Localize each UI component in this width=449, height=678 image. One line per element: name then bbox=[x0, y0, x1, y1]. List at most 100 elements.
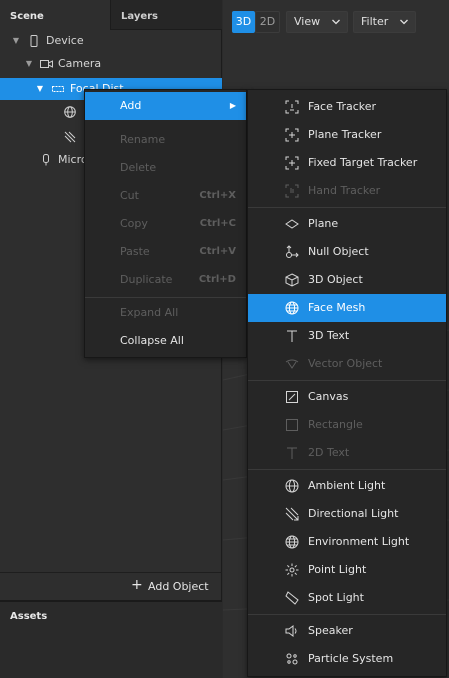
assets-title: Assets bbox=[10, 611, 48, 622]
directional-light-icon bbox=[285, 507, 299, 521]
microphone-icon bbox=[40, 154, 52, 166]
menu-item-label: Duplicate bbox=[120, 273, 173, 286]
target-tracker-icon bbox=[285, 156, 299, 170]
text-icon bbox=[285, 329, 299, 343]
spot-light-icon bbox=[285, 591, 299, 605]
menu-item-label: Expand All bbox=[120, 306, 179, 319]
expand-arrow-icon[interactable]: ▼ bbox=[24, 53, 34, 75]
menu-item-plane[interactable]: Plane bbox=[248, 210, 446, 238]
menu-item-label: Rectangle bbox=[308, 418, 363, 431]
tab-layers[interactable]: Layers bbox=[111, 0, 222, 30]
menu-item-rectangle[interactable]: Rectangle bbox=[248, 411, 446, 439]
focal-distance-icon bbox=[52, 83, 64, 95]
menu-item-label: Plane Tracker bbox=[308, 128, 382, 141]
menu-item-label: Null Object bbox=[308, 245, 369, 258]
menu-item-null-object[interactable]: Null Object bbox=[248, 238, 446, 266]
vector-icon bbox=[285, 357, 299, 371]
ambient-light-icon bbox=[285, 479, 299, 493]
chevron-down-icon bbox=[331, 12, 341, 32]
point-light-icon bbox=[285, 563, 299, 577]
chevron-down-icon bbox=[399, 12, 409, 32]
menu-item-label: Paste bbox=[120, 245, 150, 258]
menu-item-label: Particle System bbox=[308, 652, 394, 665]
menu-item-spot-light[interactable]: Spot Light bbox=[248, 584, 446, 612]
menu-item-label: 3D Text bbox=[308, 329, 350, 342]
menu-item-label: Vector Object bbox=[308, 357, 383, 370]
text-2d-icon bbox=[285, 446, 299, 460]
menu-separator bbox=[85, 297, 246, 298]
menu-separator bbox=[248, 207, 446, 208]
camera-icon bbox=[40, 58, 53, 70]
menu-item-fixed-target-tracker[interactable]: Fixed Target Tracker bbox=[248, 149, 446, 177]
menu-separator bbox=[248, 614, 446, 615]
menu-item-label: Face Tracker bbox=[308, 100, 377, 113]
menu-item-point-light[interactable]: Point Light bbox=[248, 556, 446, 584]
menu-item-speaker[interactable]: Speaker bbox=[248, 617, 446, 645]
menu-item-vector-object[interactable]: Vector Object bbox=[248, 350, 446, 378]
menu-item-label: 3D Object bbox=[308, 273, 363, 286]
menu-item-label: Delete bbox=[120, 161, 157, 174]
view-label: View bbox=[294, 15, 321, 28]
menu-item-label: Copy bbox=[120, 217, 148, 230]
menu-item-face-tracker[interactable]: Face Tracker bbox=[248, 93, 446, 121]
menu-item-label: Directional Light bbox=[308, 507, 399, 520]
menu-item-expand-all[interactable]: Expand All bbox=[85, 299, 246, 327]
menu-item-label: Rename bbox=[120, 133, 166, 146]
view-dropdown[interactable]: View bbox=[286, 11, 348, 33]
menu-item-label: Speaker bbox=[308, 624, 353, 637]
menu-separator bbox=[248, 380, 446, 381]
environment-light-icon bbox=[285, 535, 299, 549]
context-menu: Add ▶ Rename Delete Cut Ctrl+X Copy Ctrl+C… bbox=[84, 89, 247, 358]
menu-item-hand-tracker[interactable]: Hand Tracker bbox=[248, 177, 446, 205]
expand-arrow-icon[interactable]: ▼ bbox=[35, 78, 45, 100]
menu-item-face-mesh[interactable]: Face Mesh bbox=[248, 294, 446, 322]
menu-item-label: Plane bbox=[308, 217, 339, 230]
menu-item-label: Cut bbox=[120, 189, 139, 202]
menu-item-label: 2D Text bbox=[308, 446, 350, 459]
tab-scene[interactable]: Scene bbox=[0, 0, 111, 30]
add-object-button[interactable]: + Add Object bbox=[0, 572, 222, 600]
plane-icon bbox=[285, 217, 299, 231]
menu-item-2d-text[interactable]: 2D Text bbox=[248, 439, 446, 467]
mode-2d-button[interactable]: 2D bbox=[255, 11, 280, 33]
plane-tracker-icon bbox=[285, 128, 299, 142]
menu-item-delete[interactable]: Delete bbox=[85, 154, 246, 182]
canvas-icon bbox=[285, 390, 299, 404]
speaker-icon bbox=[285, 624, 299, 638]
tree-item-camera[interactable]: ▼ Camera bbox=[0, 53, 222, 75]
directional-light-icon bbox=[64, 131, 76, 143]
menu-item-plane-tracker[interactable]: Plane Tracker bbox=[248, 121, 446, 149]
null-object-icon bbox=[285, 245, 299, 259]
menu-item-3d-object[interactable]: 3D Object bbox=[248, 266, 446, 294]
tree-item-label: Camera bbox=[58, 57, 102, 70]
filter-dropdown[interactable]: Filter bbox=[353, 11, 416, 33]
expand-arrow-icon[interactable]: ▼ bbox=[11, 30, 21, 52]
menu-item-particle-system[interactable]: Particle System bbox=[248, 645, 446, 673]
menu-item-environment-light[interactable]: Environment Light bbox=[248, 528, 446, 556]
menu-item-ambient-light[interactable]: Ambient Light bbox=[248, 472, 446, 500]
filter-label: Filter bbox=[361, 15, 389, 28]
menu-item-3d-text[interactable]: 3D Text bbox=[248, 322, 446, 350]
face-tracker-icon bbox=[285, 100, 299, 114]
tree-item-label: Device bbox=[46, 34, 84, 47]
menu-item-paste[interactable]: Paste Ctrl+V bbox=[85, 238, 246, 266]
menu-item-directional-light[interactable]: Directional Light bbox=[248, 500, 446, 528]
hand-tracker-icon bbox=[285, 184, 299, 198]
menu-item-label: Fixed Target Tracker bbox=[308, 156, 418, 169]
menu-item-label: Collapse All bbox=[120, 334, 184, 347]
menu-item-duplicate[interactable]: Duplicate Ctrl+D bbox=[85, 266, 246, 294]
plus-icon: + bbox=[131, 577, 143, 593]
add-object-label: Add Object bbox=[148, 580, 209, 593]
menu-item-label: Face Mesh bbox=[308, 301, 366, 314]
tree-item-device[interactable]: ▼ Device bbox=[0, 30, 222, 52]
shortcut-label: Ctrl+C bbox=[199, 218, 236, 229]
mode-3d-button[interactable]: 3D bbox=[232, 11, 255, 33]
menu-item-cut[interactable]: Cut Ctrl+X bbox=[85, 182, 246, 210]
menu-item-add[interactable]: Add ▶ bbox=[85, 92, 246, 120]
menu-item-collapse-all[interactable]: Collapse All bbox=[85, 327, 246, 355]
menu-item-rename[interactable]: Rename bbox=[85, 126, 246, 154]
menu-item-canvas[interactable]: Canvas bbox=[248, 383, 446, 411]
panel-tabs: Scene Layers bbox=[0, 0, 222, 30]
menu-separator bbox=[248, 469, 446, 470]
menu-item-copy[interactable]: Copy Ctrl+C bbox=[85, 210, 246, 238]
